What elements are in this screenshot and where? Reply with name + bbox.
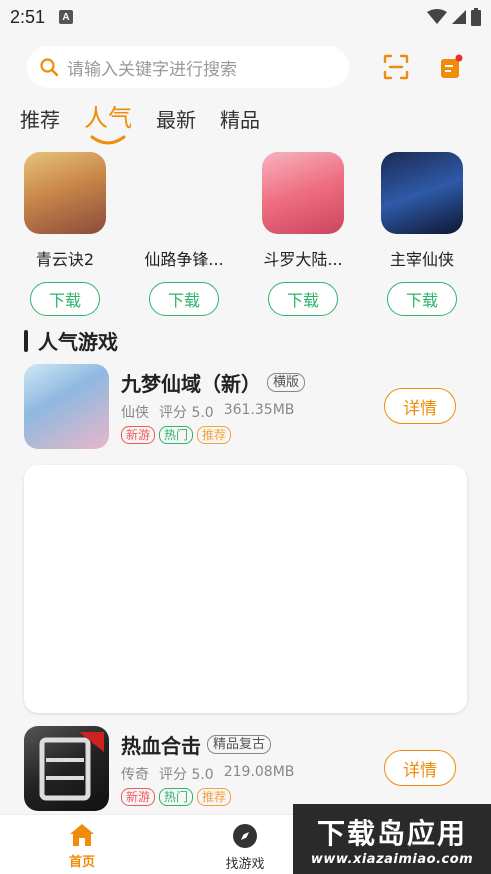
game-name-row: 九梦仙域（新） 横版 <box>121 368 306 397</box>
top-app-card[interactable]: 主宰仙侠 下载 <box>367 152 477 316</box>
game-name-row: 热血合击 精品复古 <box>121 730 272 759</box>
game-icon <box>24 726 109 811</box>
scan-icon[interactable] <box>383 54 409 80</box>
game-rating: 评分 5.0 <box>159 405 214 421</box>
label-hot: 热门 <box>159 426 194 444</box>
signal-icon <box>452 10 466 24</box>
app-name: 主宰仙侠 <box>389 250 454 269</box>
section-title: 人气游戏 <box>38 330 118 354</box>
label-recommend: 推荐 <box>197 788 232 806</box>
status-time: 2:51 <box>10 6 46 27</box>
app-icon <box>381 152 463 234</box>
section-bar <box>24 329 28 352</box>
section-header: 人气游戏 <box>24 326 118 355</box>
game-icon <box>24 364 109 449</box>
nav-label: 首页 <box>68 855 95 870</box>
label-hot: 热门 <box>159 788 194 806</box>
game-style-tag: 横版 <box>267 373 306 392</box>
top-app-card[interactable]: 斗罗大陆... 下载 <box>248 152 358 316</box>
message-icon[interactable] <box>437 54 463 80</box>
game-labels: 新游 热门 推荐 <box>121 426 232 444</box>
app-name: 青云诀2 <box>35 250 95 269</box>
category-tabs: 推荐 人气 最新 精品 <box>20 98 284 145</box>
banner-card[interactable] <box>24 465 467 713</box>
top-apps-row: 青云诀2 下载 仙路争锋... 下载 斗罗大陆... 下载 主宰仙侠 下载 <box>0 152 491 316</box>
download-button[interactable]: 下载 <box>387 282 457 316</box>
download-button[interactable]: 下载 <box>268 282 338 316</box>
home-icon <box>70 824 94 846</box>
game-rating: 评分 5.0 <box>159 767 214 783</box>
game-category: 仙侠 <box>121 405 149 421</box>
label-recommend: 推荐 <box>197 426 232 444</box>
game-name: 九梦仙域（新） <box>121 372 261 396</box>
game-size: 219.08MB <box>223 764 295 780</box>
tab-active-indicator <box>90 135 126 145</box>
details-button[interactable]: 详情 <box>384 388 456 424</box>
top-app-card[interactable]: 仙路争锋... 下载 <box>129 152 239 316</box>
search-placeholder: 请输入关键字进行搜索 <box>67 59 237 80</box>
status-right-icons <box>427 8 481 26</box>
dragon-glyph-icon <box>39 732 104 801</box>
game-size: 361.35MB <box>223 402 295 418</box>
wifi-icon <box>427 9 447 24</box>
tab-label: 精品 <box>220 108 260 132</box>
game-meta: 仙侠 评分 5.0 361.35MB <box>121 402 294 422</box>
game-labels: 新游 热门 推荐 <box>121 788 232 806</box>
download-button[interactable]: 下载 <box>30 282 100 316</box>
tab-label: 最新 <box>156 108 196 132</box>
download-button[interactable]: 下载 <box>149 282 219 316</box>
game-list-item[interactable]: 热血合击 精品复古 传奇 评分 5.0 219.08MB 新游 热门 推荐 详情 <box>24 726 464 812</box>
nav-label: 找游戏 <box>225 857 265 872</box>
top-app-card[interactable]: 青云诀2 下载 <box>10 152 120 316</box>
tab-label: 人气 <box>84 104 132 132</box>
details-button[interactable]: 详情 <box>384 750 456 786</box>
game-list-item[interactable]: 九梦仙域（新） 横版 仙侠 评分 5.0 361.35MB 新游 热门 推荐 详… <box>24 364 464 450</box>
tab-latest[interactable]: 最新 <box>156 98 196 133</box>
app-icon <box>24 152 106 234</box>
game-meta: 传奇 评分 5.0 219.08MB <box>121 764 294 784</box>
battery-icon <box>471 8 481 26</box>
watermark-title: 下载岛应用 <box>316 816 467 850</box>
search-row: 请输入关键字进行搜索 <box>27 46 467 88</box>
search-input[interactable]: 请输入关键字进行搜索 <box>27 46 349 88</box>
nav-home[interactable]: 首页 <box>37 823 127 870</box>
compass-icon <box>233 824 257 848</box>
tab-popular[interactable]: 人气 <box>84 98 132 145</box>
app-name: 斗罗大陆... <box>263 250 343 269</box>
nav-find-games[interactable]: 找游戏 <box>200 823 290 872</box>
app-icon <box>143 152 225 234</box>
notification-a-icon: A <box>59 10 74 24</box>
app-name: 仙路争锋... <box>144 250 224 269</box>
search-icon <box>40 58 59 77</box>
watermark-url: www.xiazaimiao.com <box>310 851 474 867</box>
game-category: 传奇 <box>121 767 149 783</box>
tab-label: 推荐 <box>20 108 60 132</box>
app-icon <box>262 152 344 234</box>
site-watermark: 下载岛应用 www.xiazaimiao.com <box>293 804 491 874</box>
game-name: 热血合击 <box>121 734 201 758</box>
label-new: 新游 <box>121 788 156 806</box>
tab-recommend[interactable]: 推荐 <box>20 98 60 133</box>
tab-premium[interactable]: 精品 <box>220 98 260 133</box>
game-style-tag: 精品复古 <box>207 735 272 754</box>
status-bar: 2:51 A <box>0 0 491 34</box>
label-new: 新游 <box>121 426 156 444</box>
